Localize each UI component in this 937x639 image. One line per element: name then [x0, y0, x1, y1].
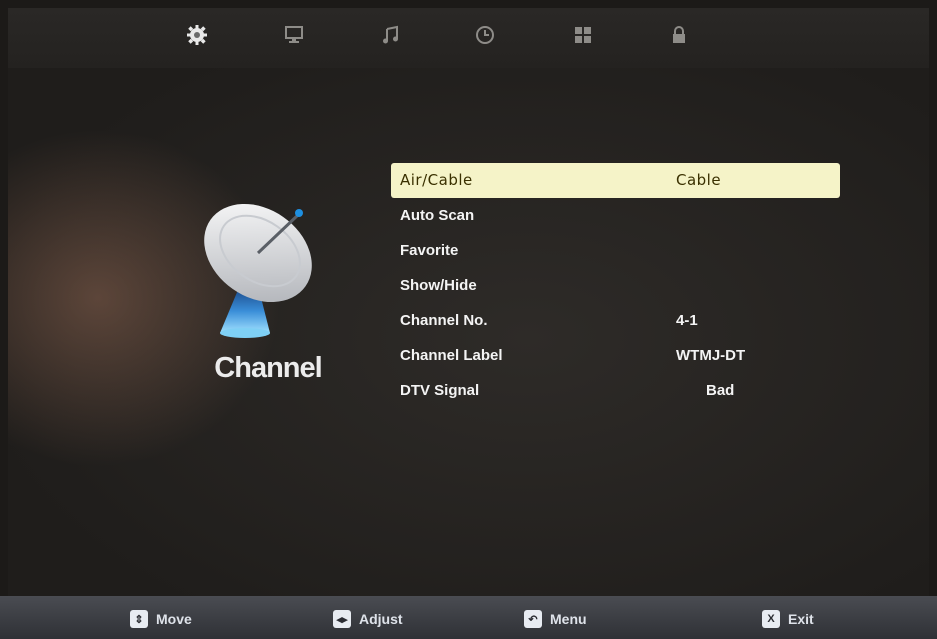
menu-item-value: Bad: [706, 382, 735, 399]
hint-label: Move: [156, 611, 192, 627]
menu-item-dtv-signal[interactable]: DTV Signal Bad: [391, 373, 840, 408]
adjust-key-icon: ◂▸: [333, 610, 351, 628]
menu-item-value: Cable: [676, 171, 722, 189]
hint-label: Menu: [550, 611, 587, 627]
menu-item-favorite[interactable]: Favorite: [391, 233, 840, 268]
hint-menu: ↶ Menu: [524, 609, 587, 629]
menu-item-channel-label[interactable]: Channel Label WTMJ-DT: [391, 338, 840, 373]
grid-icon[interactable]: [572, 24, 594, 46]
menu-item-label: Show/Hide: [400, 277, 477, 294]
gear-icon[interactable]: [186, 24, 208, 46]
channel-menu: Air/Cable Cable Auto Scan Favorite Show/…: [391, 163, 840, 408]
tv-screen: Channel Air/Cable Cable Auto Scan Favori…: [8, 8, 929, 596]
menu-item-label: Favorite: [400, 242, 459, 259]
menu-item-label: Channel No.: [400, 312, 488, 329]
satellite-dish-icon: [198, 193, 328, 343]
menu-item-label: Air/Cable: [400, 171, 473, 189]
exit-key-icon: X: [762, 610, 780, 628]
top-nav: [8, 8, 929, 68]
menu-item-value: 4-1: [676, 312, 698, 329]
hint-adjust: ◂▸ Adjust: [333, 609, 403, 629]
menu-item-label: DTV Signal: [400, 382, 480, 399]
clock-icon[interactable]: [474, 24, 496, 46]
section-title: Channel: [214, 352, 322, 384]
hint-label: Adjust: [359, 611, 403, 627]
music-note-icon[interactable]: [380, 24, 402, 46]
menu-item-label: Channel Label: [400, 347, 503, 364]
lock-icon[interactable]: [668, 24, 690, 46]
menu-item-air-cable[interactable]: Air/Cable Cable: [391, 163, 840, 198]
menu-item-show-hide[interactable]: Show/Hide: [391, 268, 840, 303]
hint-exit: X Exit: [762, 609, 814, 629]
menu-item-value: WTMJ-DT: [676, 347, 746, 364]
menu-item-auto-scan[interactable]: Auto Scan: [391, 198, 840, 233]
footer-hints: ⇕ Move ◂▸ Adjust ↶ Menu X Exit: [0, 596, 937, 639]
menu-item-label: Auto Scan: [400, 207, 475, 224]
menu-key-icon: ↶: [524, 610, 542, 628]
move-key-icon: ⇕: [130, 610, 148, 628]
hint-move: ⇕ Move: [130, 609, 192, 629]
monitor-icon[interactable]: [283, 24, 305, 46]
hint-label: Exit: [788, 611, 814, 627]
menu-item-channel-no[interactable]: Channel No. 4-1: [391, 303, 840, 338]
